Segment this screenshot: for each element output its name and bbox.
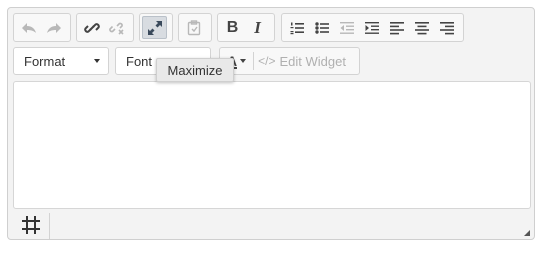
align-right-button[interactable] [434, 16, 459, 39]
redo-button[interactable] [41, 16, 66, 39]
rich-text-editor: B I Format Font </> Edit Widget [7, 7, 535, 240]
chevron-down-icon [240, 59, 247, 63]
clipboard-group [178, 13, 212, 42]
chevron-down-icon [94, 59, 100, 63]
indent-button[interactable] [359, 16, 384, 39]
align-left-button[interactable] [384, 16, 409, 39]
numbered-list-button[interactable] [284, 16, 309, 39]
table-icon [21, 215, 41, 238]
history-group [13, 13, 71, 42]
bulleted-list-button[interactable] [309, 16, 334, 39]
undo-icon [21, 22, 37, 34]
unlink-icon [108, 21, 125, 35]
undo-button[interactable] [16, 16, 41, 39]
basic-styles-group: B I [217, 13, 275, 42]
maximize-icon [147, 20, 163, 36]
align-left-icon [389, 21, 404, 35]
italic-button[interactable]: I [245, 16, 270, 39]
tooltip-text: Maximize [167, 62, 223, 78]
maximize-tooltip: Maximize [156, 58, 234, 82]
separator [253, 52, 255, 70]
numbered-list-icon [290, 21, 304, 35]
unlink-button[interactable] [104, 16, 129, 39]
colors-widget-group: A </> Edit Widget [219, 47, 360, 75]
link-icon [83, 20, 100, 36]
redo-icon [46, 22, 62, 34]
paragraph-group [281, 13, 464, 42]
format-label: Format [24, 53, 66, 69]
bold-button[interactable]: B [220, 16, 245, 39]
bulleted-list-icon [314, 21, 329, 35]
resize-handle[interactable] [524, 230, 530, 236]
align-center-icon [414, 21, 429, 35]
indent-icon [364, 21, 379, 35]
italic-label: I [254, 17, 261, 37]
bold-label: B [226, 18, 239, 36]
outdent-icon [339, 21, 354, 35]
bottom-toolbar [8, 211, 534, 240]
format-dropdown[interactable]: Format [13, 47, 109, 75]
align-right-icon [439, 21, 454, 35]
editor-content-area[interactable] [13, 81, 531, 209]
code-icon: </> [258, 54, 276, 68]
paste-button[interactable] [181, 16, 206, 39]
maximize-button[interactable] [142, 16, 167, 39]
separator [49, 213, 50, 239]
font-label: Font [126, 53, 153, 69]
edit-widget-label: Edit Widget [279, 53, 346, 69]
table-button[interactable] [13, 214, 48, 238]
links-group [76, 13, 134, 42]
edit-widget-button[interactable]: </> Edit Widget [258, 54, 346, 69]
paste-icon [187, 19, 201, 36]
align-center-button[interactable] [409, 16, 434, 39]
view-group [139, 13, 173, 42]
outdent-button[interactable] [334, 16, 359, 39]
link-button[interactable] [79, 16, 104, 39]
